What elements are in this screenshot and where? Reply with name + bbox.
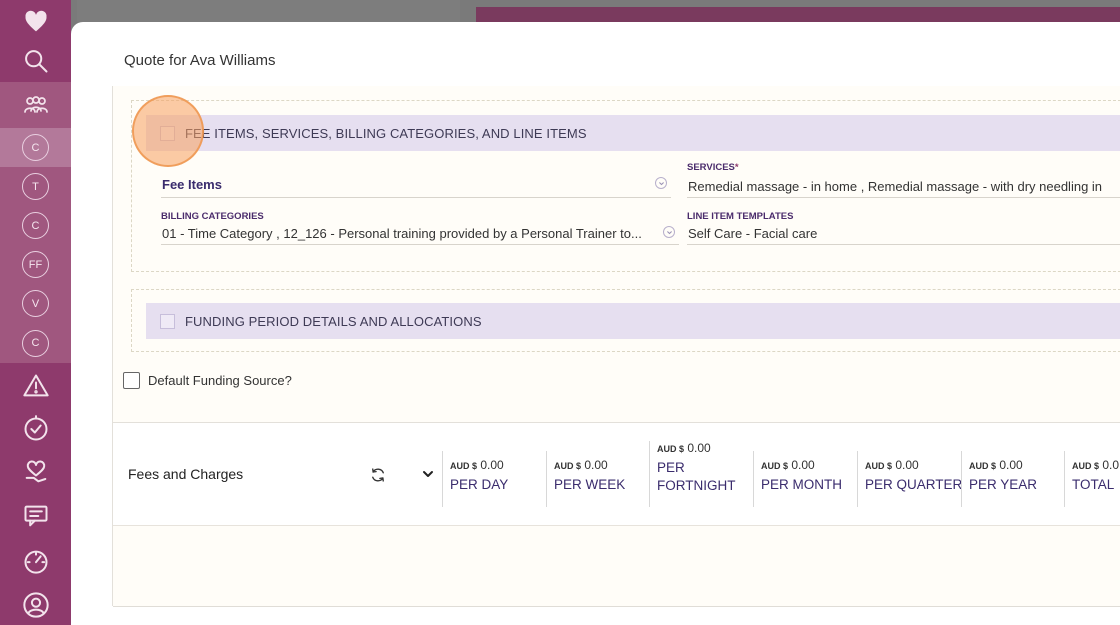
nav-care[interactable]: [0, 452, 71, 492]
nav-client-t[interactable]: T: [0, 167, 71, 206]
line-item-templates-field[interactable]: LINE ITEM TEMPLATES Self Care - Facial c…: [687, 211, 1120, 245]
fee-per-week: AUD $ 0.00 PER WEEK: [546, 451, 625, 507]
fee-items-label: Fee Items: [162, 177, 222, 192]
quote-modal: Quote for Ava Williams FEE ITEMS, SERVIC…: [71, 22, 1120, 625]
nav-alerts[interactable]: [0, 366, 71, 406]
fee-per-day: AUD $ 0.00 PER DAY: [442, 451, 508, 507]
quote-form-card: FEE ITEMS, SERVICES, BILLING CATEGORIES,…: [112, 86, 1120, 426]
required-mark: *: [734, 162, 739, 173]
background-panel: [77, 0, 460, 22]
fee-per-year: AUD $ 0.00 PER YEAR: [961, 451, 1037, 507]
fees-body: [113, 525, 1120, 607]
services-field[interactable]: SERVICES* Remedial massage - in home , R…: [687, 162, 1120, 198]
chevron-down-icon[interactable]: [655, 177, 667, 189]
user-icon: [21, 590, 51, 620]
nav-client-ff[interactable]: FF: [0, 245, 71, 284]
fee-period: PER MONTH: [761, 477, 842, 492]
currency-prefix: AUD $: [1072, 461, 1100, 471]
fee-amount: 0.00: [895, 458, 919, 472]
fee-items-section-title: FEE ITEMS, SERVICES, BILLING CATEGORIES,…: [185, 125, 587, 141]
fee-amount: 0.00: [584, 458, 608, 472]
chat-icon: [21, 501, 51, 531]
nav-timesheets[interactable]: [0, 408, 71, 450]
fee-per-quarter: AUD $ 0.00 PER QUARTER: [857, 451, 962, 507]
services-value: Remedial massage - in home , Remedial ma…: [688, 179, 1103, 194]
fee-amount: 0.00: [480, 458, 504, 472]
nav-search[interactable]: [0, 42, 71, 80]
click-highlight: [132, 95, 204, 167]
default-funding-row[interactable]: Default Funding Source?: [123, 372, 292, 389]
nav-favorites[interactable]: [0, 4, 71, 40]
currency-prefix: AUD $: [554, 461, 582, 471]
currency-prefix: AUD $: [865, 461, 893, 471]
fee-period: TOTAL: [1072, 477, 1115, 492]
fee-total: AUD $ 0.0 TOTAL: [1064, 451, 1120, 507]
nav-rail: C T C FF V C: [0, 0, 71, 625]
fee-per-month: AUD $ 0.00 PER MONTH: [753, 451, 842, 507]
nav-clients[interactable]: [0, 82, 71, 128]
people-icon: [21, 90, 51, 120]
fees-title: Fees and Charges: [128, 466, 244, 482]
chevron-down-icon[interactable]: [421, 467, 435, 481]
fee-amount: 0.00: [791, 458, 815, 472]
billing-categories-value: 01 - Time Category , 12_126 - Personal t…: [162, 226, 642, 241]
nav-client-c2[interactable]: C: [0, 206, 71, 245]
line-item-templates-value: Self Care - Facial care: [688, 226, 818, 241]
modal-title: Quote for Ava Williams: [124, 52, 276, 69]
currency-prefix: AUD $: [969, 461, 997, 471]
nav-dashboard[interactable]: [0, 540, 71, 582]
fee-per-fortnight: AUD $ 0.00 PER FORTNIGHT: [649, 441, 739, 507]
fee-period: PER FORTNIGHT: [657, 460, 736, 493]
search-icon: [21, 46, 51, 76]
nav-client-c3[interactable]: C: [0, 323, 71, 363]
fees-card: Fees and Charges AUD $ 0.00 PER DAY AUD …: [112, 422, 1120, 607]
fee-period: PER YEAR: [969, 477, 1038, 492]
nav-client-v[interactable]: V: [0, 284, 71, 323]
nav-client-c1[interactable]: C: [0, 128, 71, 167]
currency-prefix: AUD $: [450, 461, 478, 471]
line-item-templates-label: LINE ITEM TEMPLATES: [687, 211, 794, 222]
funding-section-toggle[interactable]: [160, 313, 175, 329]
fee-period: PER DAY: [450, 477, 509, 492]
fee-period: PER QUARTER: [865, 477, 963, 492]
nav-profile[interactable]: [0, 585, 71, 625]
fee-amount: 0.0: [1102, 458, 1120, 472]
fee-items-section: FEE ITEMS, SERVICES, BILLING CATEGORIES,…: [131, 100, 1120, 272]
fee-amount: 0.00: [687, 441, 711, 455]
nav-messages[interactable]: [0, 496, 71, 536]
heart-hand-icon: [21, 457, 51, 487]
warning-icon: [21, 371, 51, 401]
currency-prefix: AUD $: [657, 444, 685, 454]
default-funding-checkbox[interactable]: [123, 372, 140, 389]
heart-icon: [21, 7, 51, 37]
funding-section: FUNDING PERIOD DETAILS AND ALLOCATIONS: [131, 289, 1120, 352]
fee-items-field[interactable]: Fee Items: [161, 170, 671, 198]
fee-period: PER WEEK: [554, 477, 626, 492]
services-label: SERVICES: [687, 162, 735, 173]
billing-categories-label: BILLING CATEGORIES: [161, 211, 264, 222]
fee-items-section-header[interactable]: FEE ITEMS, SERVICES, BILLING CATEGORIES,…: [146, 115, 1120, 151]
background-header-bar: [476, 7, 1120, 22]
funding-section-title: FUNDING PERIOD DETAILS AND ALLOCATIONS: [185, 313, 482, 329]
gauge-icon: [21, 546, 51, 576]
default-funding-label: Default Funding Source?: [148, 373, 292, 388]
funding-section-header[interactable]: FUNDING PERIOD DETAILS AND ALLOCATIONS: [146, 303, 1120, 339]
chevron-down-icon[interactable]: [663, 226, 675, 238]
currency-prefix: AUD $: [761, 461, 789, 471]
fee-amount: 0.00: [999, 458, 1023, 472]
clock-check-icon: [21, 414, 51, 444]
billing-categories-field[interactable]: BILLING CATEGORIES 01 - Time Category , …: [161, 211, 679, 245]
refresh-icon[interactable]: [369, 466, 387, 484]
